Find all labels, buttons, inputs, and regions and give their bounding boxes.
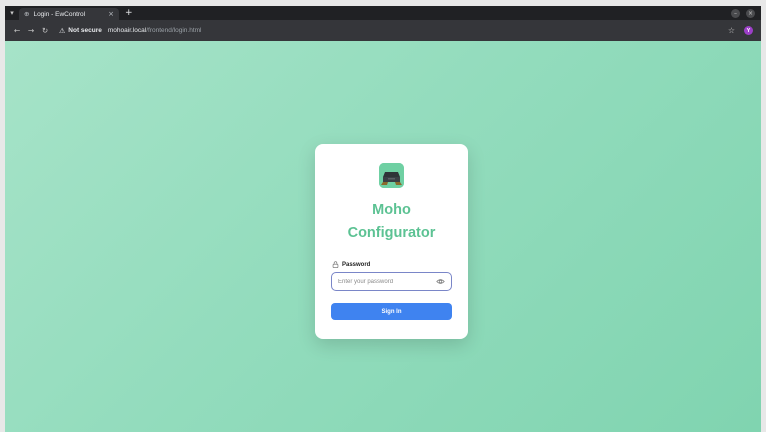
url-field[interactable]: ⚠ Not secure mohoair.local/frontend/logi… <box>59 27 202 35</box>
browser-address-bar: ← → ↻ ⚠ Not secure mohoair.local/fronten… <box>5 20 761 41</box>
page-background: Moho Configurator Password Sign In <box>5 41 761 432</box>
globe-icon: ⊕ <box>24 10 30 18</box>
login-card: Moho Configurator Password Sign In <box>315 144 468 339</box>
password-label-text: Password <box>342 261 371 268</box>
app-logo-icon <box>379 163 404 188</box>
brand-title-line1: Moho <box>372 202 411 218</box>
reload-icon[interactable]: ↻ <box>39 26 51 35</box>
bookmark-star-icon[interactable]: ☆ <box>728 26 735 35</box>
back-icon[interactable]: ← <box>11 26 23 35</box>
forward-icon[interactable]: → <box>25 26 37 35</box>
sign-in-button[interactable]: Sign In <box>331 303 452 320</box>
warning-icon[interactable]: ⚠ <box>59 27 65 35</box>
password-label: Password <box>332 261 370 268</box>
browser-tab-bar: ▾ ⊕ Login - EwControl × + – × <box>5 6 761 20</box>
tab-title: Login - EwControl <box>33 10 86 18</box>
window-controls: – × <box>731 8 761 18</box>
lock-icon <box>332 261 339 268</box>
browser-tab[interactable]: ⊕ Login - EwControl × <box>19 8 119 20</box>
password-input[interactable] <box>338 278 436 285</box>
url-path: /frontend/login.html <box>146 27 202 34</box>
close-window-icon[interactable]: × <box>746 8 755 18</box>
eye-icon[interactable] <box>436 277 445 286</box>
brand-title-line2: Configurator <box>347 225 436 241</box>
profile-avatar[interactable]: Y <box>744 26 753 35</box>
tab-close-icon[interactable]: × <box>108 10 114 18</box>
url-host: mohoair.local <box>107 27 147 34</box>
minimize-icon[interactable]: – <box>731 8 740 18</box>
security-label[interactable]: Not secure <box>68 27 102 34</box>
password-field[interactable] <box>331 272 452 291</box>
new-tab-button[interactable]: + <box>125 8 133 18</box>
tab-search-icon[interactable]: ▾ <box>5 6 19 20</box>
